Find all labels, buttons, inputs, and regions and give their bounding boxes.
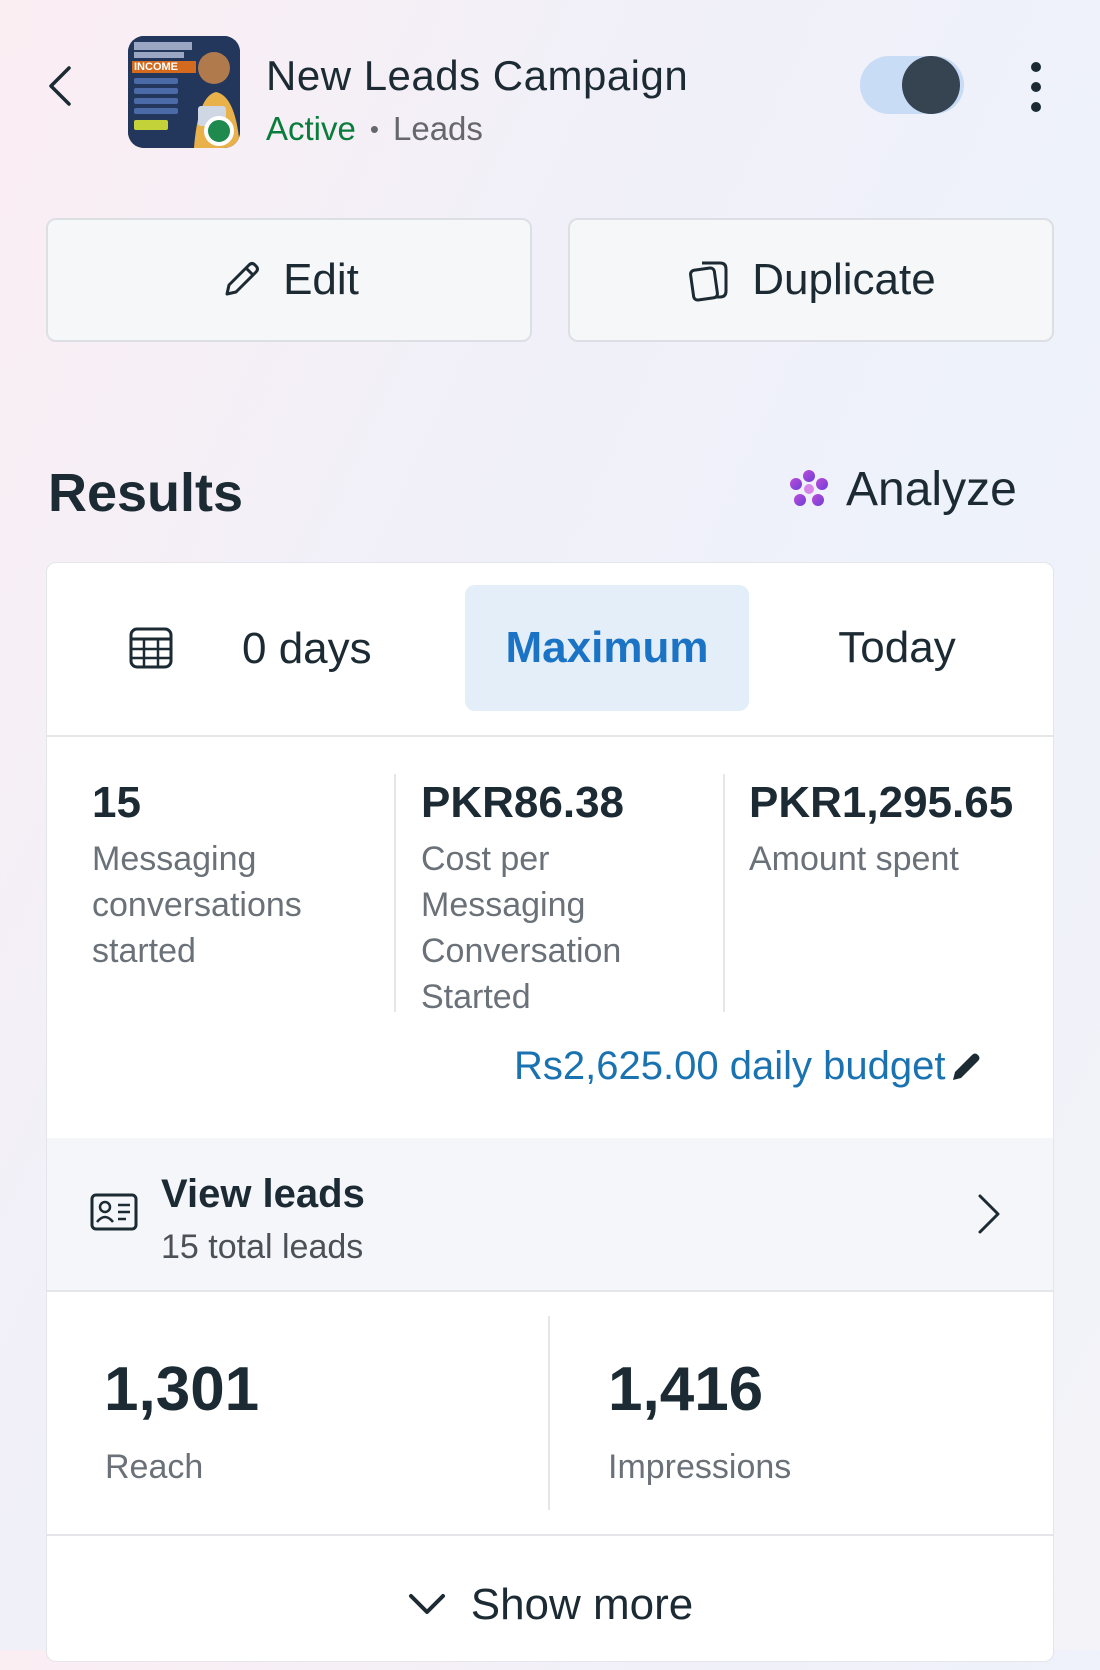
metric-label-amount-spent: Amount spent: [749, 840, 959, 878]
metric-divider: [548, 1316, 550, 1510]
back-button[interactable]: [40, 58, 80, 114]
chevron-left-icon: [49, 66, 71, 106]
contact-card-icon: [90, 1192, 138, 1232]
separator-dot: •: [369, 113, 379, 144]
metric-value-conversations: 15: [92, 778, 141, 827]
pencil-icon: [225, 262, 260, 296]
duplicate-label: Duplicate: [752, 255, 936, 304]
campaign-title: New Leads Campaign: [266, 52, 689, 99]
impressions-value: 1,416: [608, 1355, 764, 1424]
impressions-label: Impressions: [608, 1448, 792, 1486]
sparkle-flower-icon: [790, 469, 828, 506]
view-leads-subtitle: 15 total leads: [161, 1228, 364, 1266]
campaign-toggle[interactable]: [860, 56, 964, 114]
results-card: [46, 562, 1054, 1662]
more-dot-icon: [1031, 102, 1041, 112]
more-dot-icon: [1031, 62, 1041, 72]
toggle-knob: [902, 56, 960, 114]
metric-label-conversations: Messaging conversations started: [92, 840, 302, 970]
date-range-days[interactable]: 0 days: [242, 624, 372, 674]
more-dot-icon: [1031, 82, 1041, 92]
duplicate-icon: [689, 261, 728, 302]
chevron-down-icon: [408, 1594, 445, 1614]
edit-label: Edit: [283, 255, 359, 304]
pencil-icon: [953, 1053, 980, 1080]
divider: [47, 1534, 1053, 1536]
divider: [47, 735, 1053, 737]
edit-button[interactable]: Edit: [46, 218, 532, 342]
metric-value-cost-per-conversation: PKR86.38: [421, 778, 625, 827]
more-options-button[interactable]: [1018, 56, 1054, 118]
active-status-dot: [204, 116, 234, 146]
analyze-label: Analyze: [846, 463, 1017, 516]
chevron-right-icon: [974, 1192, 1004, 1236]
show-more-button[interactable]: Show more: [46, 1540, 1054, 1670]
calendar-icon[interactable]: [128, 624, 180, 676]
daily-budget-link[interactable]: Rs2,625.00 daily budget: [514, 1044, 983, 1089]
metric-value-amount-spent: PKR1,295.65: [749, 778, 1014, 827]
metric-divider: [394, 774, 396, 1012]
tab-maximum[interactable]: Maximum: [465, 585, 749, 711]
duplicate-button[interactable]: Duplicate: [568, 218, 1054, 342]
metric-label-cost-per-conversation: Cost per Messaging Conversation Started: [421, 840, 622, 1016]
daily-budget-label: Rs2,625.00 daily budget: [514, 1044, 946, 1088]
objective-label: Leads: [392, 110, 483, 147]
analyze-button[interactable]: Analyze: [786, 462, 1017, 517]
divider: [47, 1290, 1053, 1292]
thumbnail-text: INCOME: [134, 61, 178, 73]
view-leads-title: View leads: [161, 1172, 365, 1216]
metric-divider: [723, 774, 725, 1012]
campaign-subtitle: Active • Leads: [266, 110, 483, 148]
show-more-label: Show more: [470, 1580, 694, 1629]
reach-label: Reach: [105, 1448, 204, 1486]
reach-value: 1,301: [104, 1355, 260, 1424]
tab-today[interactable]: Today: [780, 585, 1014, 711]
results-heading: Results: [48, 463, 244, 523]
status-label: Active: [266, 110, 356, 147]
